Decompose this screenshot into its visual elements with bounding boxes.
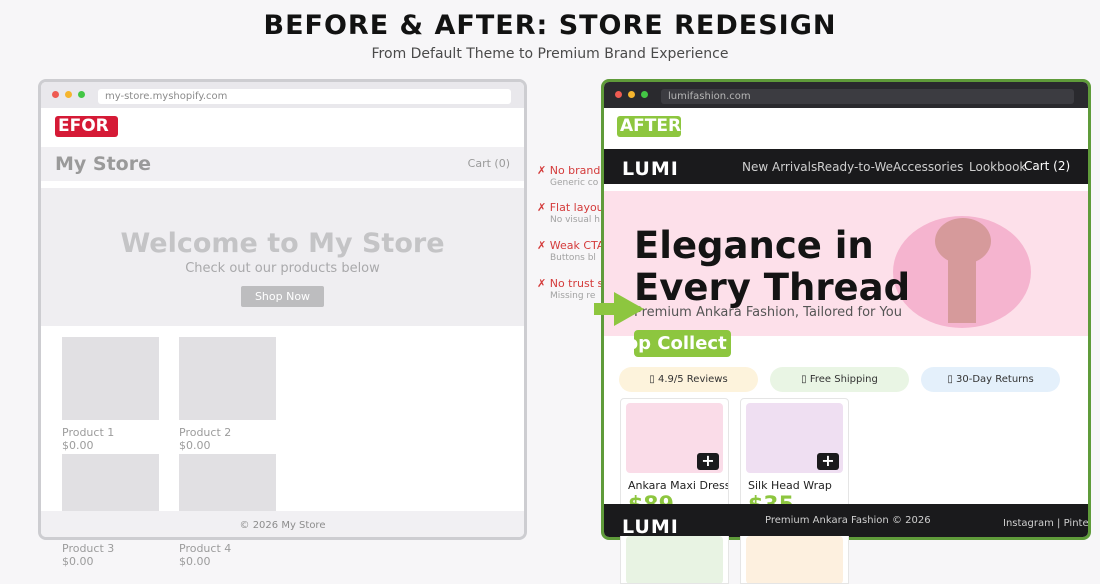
product-label-overflow: Product 3 $0.00 [62,542,159,568]
product-image[interactable] [179,337,276,420]
page-subtitle: From Default Theme to Premium Brand Expe… [371,46,729,62]
after-badge: AFTER [617,116,681,137]
issue-subtitle: Generic co [550,178,599,188]
maximize-dot-icon[interactable] [641,91,648,98]
issue-item: ✗ Weak CTA Buttons bl [537,239,603,263]
hero-title-line-1: Elegance in [634,224,874,267]
product-card[interactable]: Product 2 $0.00 [179,337,276,452]
product-image[interactable] [626,536,723,583]
issue-title: ✗ No trust s [537,277,603,290]
issue-title: ✗ Weak CTA [537,239,603,252]
lumi-logo[interactable]: LUMI [622,158,679,180]
product-name: Ankara Maxi Dress [628,479,729,492]
add-to-cart-icon[interactable]: + [697,453,719,470]
arrow-right-icon [594,292,644,326]
after-hero-tagline: Premium Ankara Fashion, Tailored for You [634,305,902,320]
minimize-dot-icon[interactable] [628,91,635,98]
after-hero-title: Elegance in Every Thread [634,225,910,309]
nav-link-accessories[interactable]: Accessories [893,160,963,174]
minimize-dot-icon[interactable] [65,91,72,98]
before-cart-link[interactable]: Cart (0) [468,157,510,170]
trust-pill-returns: ▯ 30-Day Returns [921,367,1060,392]
footer-lumi-logo[interactable]: LUMI [622,516,679,537]
before-footer: © 2026 My Store [41,511,524,537]
shop-collection-button[interactable]: Shop Collect [634,330,731,357]
nav-link-ready-to-wear[interactable]: Ready-to-Wea [817,160,894,174]
before-store-header: My Store Cart (0) [41,147,524,181]
after-cart-link[interactable]: Cart (2) [1024,159,1070,173]
before-hero-subtitle: Check out our products below [185,261,380,276]
before-url-bar[interactable]: my-store.myshopify.com [98,89,511,104]
hero-title-line-2: Every Thread [634,266,911,309]
product-price: $0.00 [62,555,94,568]
product-name: Product 4 [179,542,232,555]
product-name: Product 3 [62,542,115,555]
after-footer: LUMI Premium Ankara Fashion © 2026 Insta… [604,504,1088,537]
hero-model-body [948,251,976,323]
add-to-cart-icon[interactable]: + [817,453,839,470]
nav-link-lookbook[interactable]: Lookbook [969,160,1026,174]
issue-item: ✗ Flat layou No visual h [537,201,603,225]
footer-social-links[interactable]: Instagram | Pinte [1003,518,1088,529]
trust-pill-shipping: ▯ Free Shipping [770,367,909,392]
issue-subtitle: No visual h [550,215,600,225]
close-dot-icon[interactable] [52,91,59,98]
after-product-card-overflow[interactable] [740,536,849,584]
footer-copyright: Premium Ankara Fashion © 2026 [765,515,931,526]
product-label-overflow: Product 4 $0.00 [179,542,276,568]
product-price: $0.00 [179,439,211,452]
product-card[interactable]: Product 1 $0.00 [62,337,159,452]
product-name: Product 1 [62,426,115,439]
before-browser-window: my-store.myshopify.com EFOR My Store Car… [38,79,527,540]
after-product-card-overflow[interactable] [620,536,729,584]
after-url-bar[interactable]: lumifashion.com [661,89,1074,104]
issue-subtitle: Buttons bl [550,253,596,263]
maximize-dot-icon[interactable] [78,91,85,98]
product-image[interactable] [746,536,843,583]
page-title: BEFORE & AFTER: STORE REDESIGN [263,10,837,41]
issue-title: ✗ No brand [537,164,601,177]
before-browser-chrome: my-store.myshopify.com [41,82,524,108]
issue-item: ✗ No brand Generic co [537,164,603,188]
before-badge: EFOR [55,116,118,137]
before-store-name[interactable]: My Store [55,153,151,175]
trust-pill-reviews: ▯ 4.9/5 Reviews [619,367,758,392]
product-price: $0.00 [179,555,211,568]
product-name: Product 2 [179,426,232,439]
issue-title: ✗ Flat layou [537,201,603,214]
before-hero: Welcome to My Store Check out our produc… [41,188,524,326]
after-browser-chrome: lumifashion.com [604,82,1088,108]
nav-link-new-arrivals[interactable]: New Arrivals [742,160,817,174]
after-browser-window: lumifashion.com AFTER LUMI New Arrivals … [601,79,1091,540]
before-hero-title: Welcome to My Store [120,228,445,259]
after-nav-bar: LUMI New Arrivals Ready-to-Wea Accessori… [604,149,1088,184]
after-hero: Elegance in Every Thread Premium Ankara … [604,191,1088,336]
product-image[interactable] [62,337,159,420]
product-name: Silk Head Wrap [748,479,832,492]
before-shop-now-button[interactable]: Shop Now [240,286,325,307]
close-dot-icon[interactable] [615,91,622,98]
product-price: $0.00 [62,439,94,452]
